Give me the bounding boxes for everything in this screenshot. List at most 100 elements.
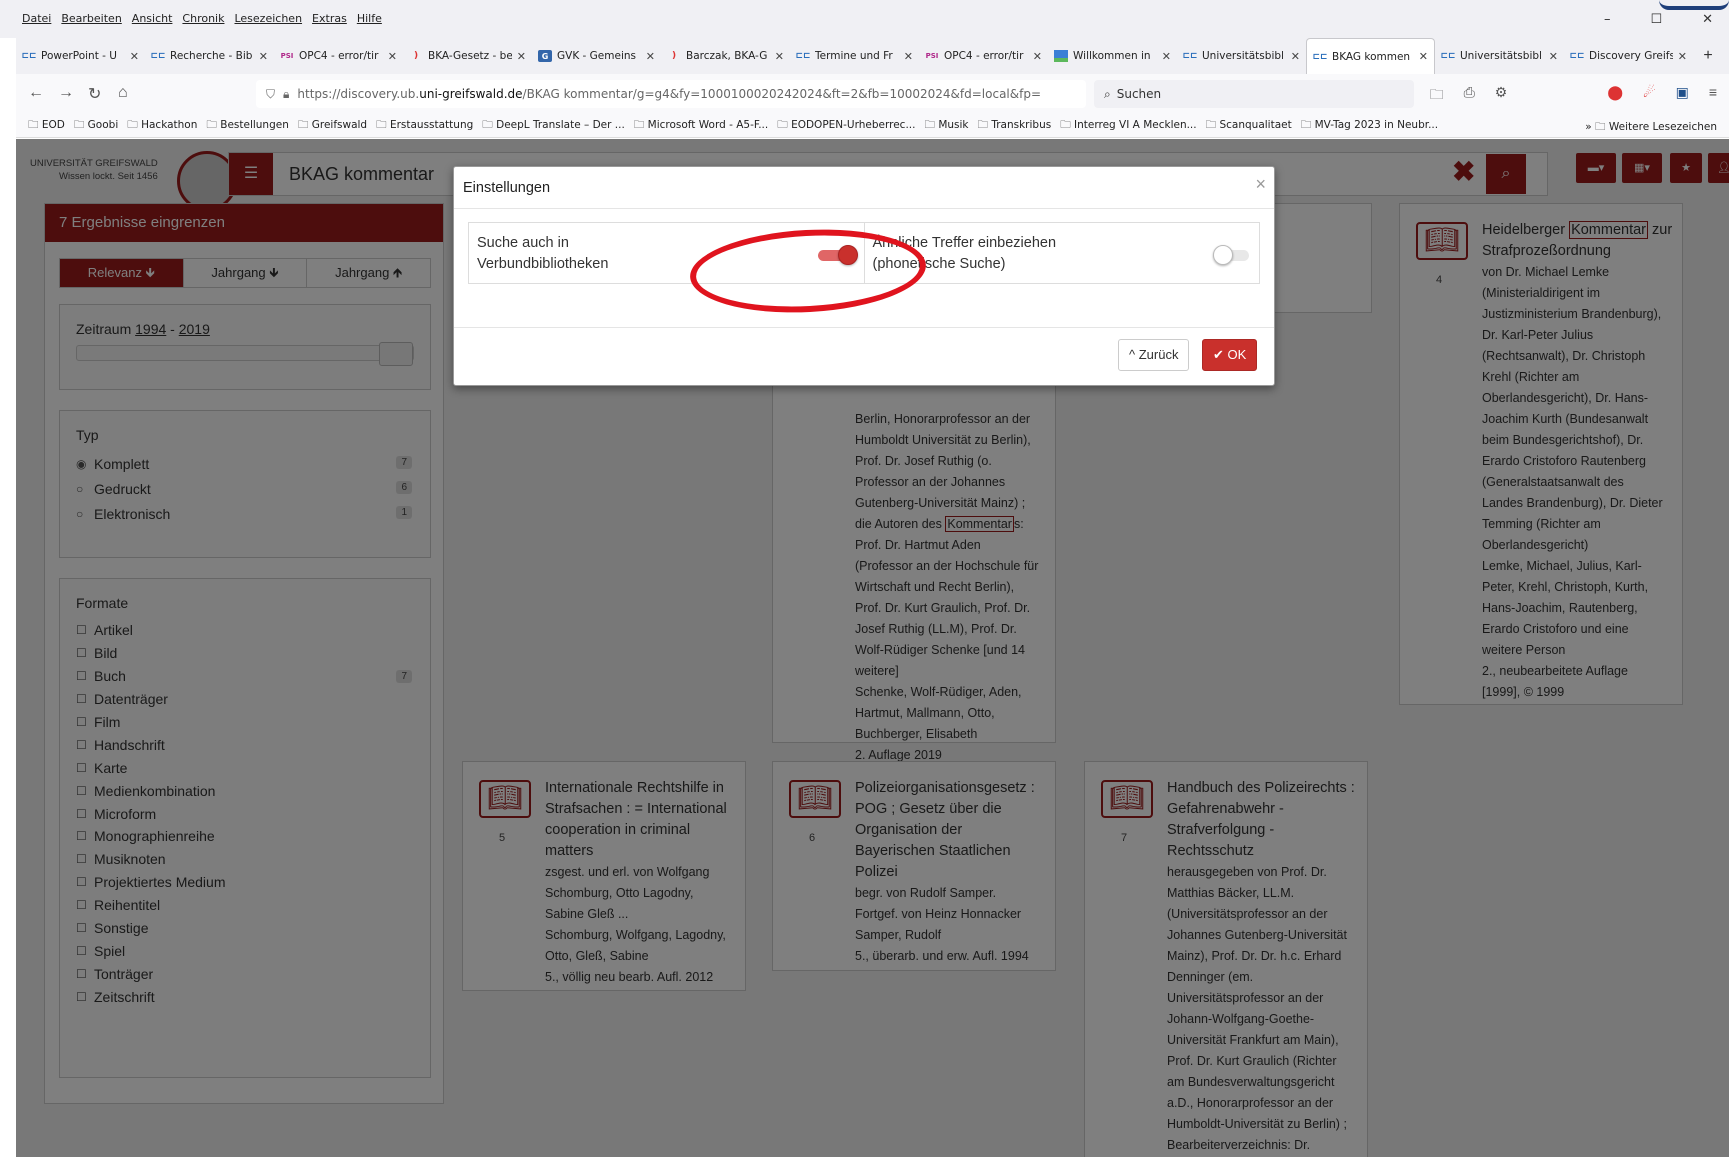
adblock-icon[interactable]: ⬤: [1607, 84, 1623, 108]
setting-phonetic-search: Ähnliche Treffer einbeziehen (phonetisch…: [865, 223, 1260, 283]
folder-icon: 🗀: [1300, 118, 1315, 131]
dialog-close-icon[interactable]: ×: [1255, 174, 1266, 195]
close-tab-icon[interactable]: ✕: [1419, 50, 1428, 63]
minimize-icon[interactable]: –: [1604, 12, 1611, 27]
bookmark-item[interactable]: 🗀 EOD: [28, 117, 65, 135]
print-icon[interactable]: ⎙: [1464, 84, 1475, 108]
folder-icon: 🗀: [924, 118, 939, 131]
bookmark-label: Microsoft Word - A5-F...: [647, 118, 769, 131]
tab-label: Discovery Greifs: [1589, 50, 1673, 62]
ub-icon: ⊏⊏: [1569, 51, 1585, 61]
bookmark-item[interactable]: 🗀 Scanqualitaet: [1206, 117, 1292, 135]
bookmark-item[interactable]: 🗀 Greifswald: [298, 117, 367, 135]
tab-10[interactable]: ⊏⊏ BKAG kommen ✕: [1306, 38, 1435, 74]
menu-item-bearbeiten[interactable]: Bearbeiten: [61, 12, 121, 25]
lock-icon[interactable]: 🔒︎: [283, 87, 289, 102]
reload-icon[interactable]: ↻: [88, 84, 101, 104]
close-tab-icon[interactable]: ✕: [517, 50, 526, 63]
tab-8[interactable]: Willkommen in ✕: [1048, 38, 1177, 74]
close-tab-icon[interactable]: ✕: [130, 50, 139, 63]
navigation-toolbar: ← → ↻ ⌂ ⛉ 🔒︎ https://discovery.ub.uni-gr…: [16, 74, 1729, 114]
home-icon[interactable]: ⌂: [118, 84, 128, 102]
close-tab-icon[interactable]: ✕: [388, 50, 397, 63]
folder-icon[interactable]: 🗀: [1430, 84, 1444, 108]
menu-item-datei[interactable]: Datei: [22, 12, 51, 25]
tab-label: OPC4 - error/tir: [944, 50, 1024, 62]
bookmark-item[interactable]: 🗀 Goobi: [74, 117, 118, 135]
close-tab-icon[interactable]: ✕: [1162, 50, 1171, 63]
tab-3[interactable]: ) BKA-Gesetz - be ✕: [403, 38, 532, 74]
bookmark-label: MV-Tag 2023 in Neubr...: [1314, 118, 1439, 131]
window-controls: – ☐ ✕: [1604, 12, 1713, 27]
close-tab-icon[interactable]: ✕: [646, 50, 655, 63]
close-tab-icon[interactable]: ✕: [775, 50, 784, 63]
folder-icon: 🗀: [777, 118, 792, 131]
folder-icon: 🗀: [482, 118, 497, 131]
extension-icon[interactable]: ☄: [1643, 84, 1656, 108]
forward-icon[interactable]: →: [58, 84, 74, 102]
tab-0[interactable]: ⊏⊏ PowerPoint - U ✕: [16, 38, 145, 74]
menu-item-chronik[interactable]: Chronik: [182, 12, 224, 25]
back-icon[interactable]: ←: [28, 84, 44, 102]
bookmark-item[interactable]: 🗀 EODOPEN-Urheberrec...: [777, 117, 915, 135]
url-bar[interactable]: ⛉ 🔒︎ https://discovery.ub.uni-greifswald…: [256, 80, 1086, 108]
folder-icon: 🗀: [127, 118, 142, 131]
search-placeholder: Suchen: [1116, 87, 1162, 101]
tab-7[interactable]: PSI OPC4 - error/tir ✕: [919, 38, 1048, 74]
close-tab-icon[interactable]: ✕: [904, 50, 913, 63]
bookmark-label: DeepL Translate – Der ...: [496, 118, 625, 131]
ub-icon: ⊏⊏: [150, 51, 166, 61]
ok-button[interactable]: ✔ OK: [1202, 339, 1258, 371]
setting-label-line2: (phonetische Suche): [872, 256, 1006, 272]
bookmark-item[interactable]: 🗀 Erstausstattung: [376, 117, 473, 135]
shield-icon[interactable]: ⛉: [266, 87, 275, 102]
back-button[interactable]: ^ Zurück: [1118, 339, 1190, 371]
folder-icon: 🗀: [1060, 118, 1075, 131]
bookmark-item[interactable]: 🗀 MV-Tag 2023 in Neubr...: [1301, 117, 1438, 135]
url-domain: uni-greifswald.de: [419, 87, 523, 101]
tab-5[interactable]: ) Barczak, BKA-G ✕: [661, 38, 790, 74]
bookmark-item[interactable]: 🗀 Musik: [924, 117, 968, 135]
tab-6[interactable]: ⊏⊏ Termine und Fr ✕: [790, 38, 919, 74]
tab-12[interactable]: ⊏⊏ Discovery Greifs ✕: [1564, 38, 1693, 74]
menu-item-hilfe[interactable]: Hilfe: [357, 12, 382, 25]
close-tab-icon[interactable]: ✕: [1678, 50, 1687, 63]
bookmark-label: EOD: [41, 118, 65, 131]
menu-icon[interactable]: ≡: [1709, 84, 1717, 108]
bookmark-item[interactable]: 🗀 Microsoft Word - A5-F...: [634, 117, 768, 135]
close-tab-icon[interactable]: ✕: [1549, 50, 1558, 63]
tab-9[interactable]: ⊏⊏ Universitätsbibl ✕: [1177, 38, 1306, 74]
close-window-icon[interactable]: ✕: [1702, 12, 1713, 27]
bookmark-item[interactable]: 🗀 Hackathon: [127, 117, 197, 135]
tab-11[interactable]: ⊏⊏ Universitätsbibl ✕: [1435, 38, 1564, 74]
maximize-icon[interactable]: ☐: [1650, 12, 1662, 27]
menu-item-lesezeichen[interactable]: Lesezeichen: [234, 12, 302, 25]
bookmarks-more[interactable]: » 🗀 Weitere Lesezeichen: [1585, 119, 1717, 137]
tab-1[interactable]: ⊏⊏ Recherche - Bib ✕: [145, 38, 274, 74]
close-tab-icon[interactable]: ✕: [1291, 50, 1300, 63]
new-tab-icon[interactable]: +: [1693, 38, 1723, 74]
close-tab-icon[interactable]: ✕: [259, 50, 268, 63]
browser-search-input[interactable]: ⌕ Suchen: [1094, 80, 1414, 108]
bookmark-item[interactable]: 🗀 Transkribus: [978, 117, 1052, 135]
bookmark-item[interactable]: 🗀 Interreg VI A Mecklen...: [1060, 117, 1196, 135]
dialog-title: Einstellungen: [463, 180, 551, 196]
bookmark-label: EODOPEN-Urheberrec...: [791, 118, 916, 131]
search-icon: ⌕: [1104, 86, 1111, 101]
bookmark-item[interactable]: 🗀 DeepL Translate – Der ...: [482, 117, 625, 135]
tab-strip: ⊏⊏ PowerPoint - U ✕ ⊏⊏ Recherche - Bib ✕ PSI OP…: [16, 38, 1729, 74]
close-tab-icon[interactable]: ✕: [1033, 50, 1042, 63]
menu-item-ansicht[interactable]: Ansicht: [132, 12, 173, 25]
tab-2[interactable]: PSI OPC4 - error/tir ✕: [274, 38, 403, 74]
bookmark-item[interactable]: 🗀 Bestellungen: [206, 117, 288, 135]
menu-item-extras[interactable]: Extras: [312, 12, 347, 25]
reader-icon[interactable]: ▣: [1676, 84, 1689, 108]
bookmark-red-icon: ): [413, 51, 419, 61]
phonetic-search-toggle[interactable]: [1213, 245, 1253, 265]
tab-4[interactable]: G GVK - Gemeins ✕: [532, 38, 661, 74]
gear-icon[interactable]: ⚙: [1495, 84, 1508, 108]
folder-icon: 🗀: [1205, 118, 1220, 131]
folder-icon: 🗀: [376, 118, 390, 131]
tab-label: Universitätsbibl: [1202, 50, 1284, 62]
tab-label: BKA-Gesetz - be: [428, 50, 512, 62]
